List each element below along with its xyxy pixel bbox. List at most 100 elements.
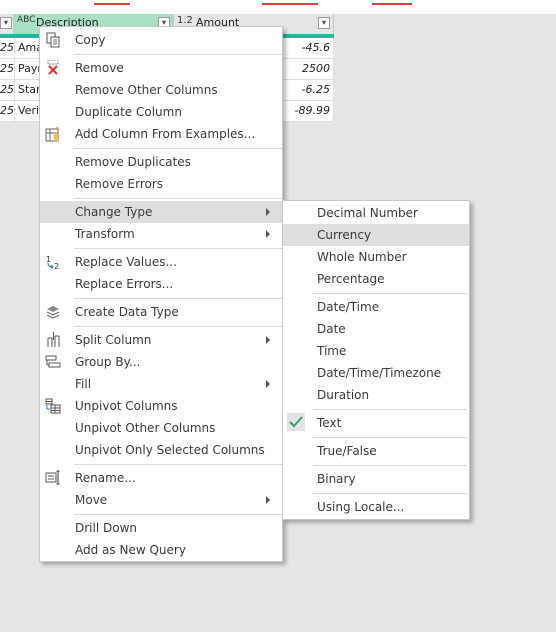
type-option-text[interactable]: Text bbox=[283, 412, 469, 434]
menu-item-label: Date/Time/Timezone bbox=[317, 366, 442, 380]
menu-item-label: Remove bbox=[75, 61, 124, 75]
type-option-percentage[interactable]: Percentage bbox=[283, 268, 469, 290]
menu-item-create-data-type[interactable]: Create Data Type bbox=[40, 301, 282, 323]
add-column-examples-icon bbox=[45, 126, 61, 142]
annotation-mark bbox=[262, 0, 318, 5]
menu-item-label: Create Data Type bbox=[75, 305, 179, 319]
menu-item-label: Percentage bbox=[317, 272, 385, 286]
menu-item-label: Fill bbox=[75, 377, 92, 391]
menu-separator bbox=[74, 326, 282, 327]
menu-item-label: Copy bbox=[75, 33, 106, 47]
menu-separator bbox=[313, 293, 467, 294]
menu-item-label: Unpivot Columns bbox=[75, 399, 178, 413]
menu-item-label: Currency bbox=[317, 228, 372, 242]
menu-item-add-column-from-examples[interactable]: Add Column From Examples... bbox=[40, 123, 282, 145]
menu-item-label: Remove Errors bbox=[75, 177, 164, 191]
menu-item-change-type[interactable]: Change Type bbox=[40, 201, 282, 223]
menu-item-label: Binary bbox=[317, 472, 356, 486]
type-option-whole-number[interactable]: Whole Number bbox=[283, 246, 469, 268]
menu-item-label: Split Column bbox=[75, 333, 152, 347]
top-annotation-strip bbox=[0, 0, 556, 14]
column-filter-dropdown-icon[interactable]: ▾ bbox=[0, 17, 12, 29]
menu-item-label: Move bbox=[75, 493, 108, 507]
menu-separator bbox=[74, 148, 282, 149]
table-cell[interactable]: 2500 bbox=[302, 62, 330, 75]
menu-separator bbox=[313, 493, 467, 494]
menu-separator bbox=[74, 198, 282, 199]
menu-item-label: Change Type bbox=[75, 205, 153, 219]
menu-item-copy[interactable]: Copy bbox=[40, 29, 282, 51]
menu-item-label: Add as New Query bbox=[75, 543, 186, 557]
menu-item-fill[interactable]: Fill bbox=[40, 373, 282, 395]
group-by-icon bbox=[45, 354, 61, 370]
menu-item-label: Add Column From Examples... bbox=[75, 127, 256, 141]
menu-item-label: Decimal Number bbox=[317, 206, 418, 220]
table-cell[interactable]: 25 bbox=[0, 104, 14, 117]
menu-item-move[interactable]: Move bbox=[40, 489, 282, 511]
type-option-date-time-timezone[interactable]: Date/Time/Timezone bbox=[283, 362, 469, 384]
column-context-menu: Copy Remove Remove Other Columns Duplica… bbox=[39, 26, 283, 562]
type-option-duration[interactable]: Duration bbox=[283, 384, 469, 406]
menu-item-add-as-new-query[interactable]: Add as New Query bbox=[40, 539, 282, 561]
menu-separator bbox=[313, 409, 467, 410]
submenu-arrow-icon bbox=[266, 336, 270, 344]
menu-item-unpivot-other-columns[interactable]: Unpivot Other Columns bbox=[40, 417, 282, 439]
split-column-icon bbox=[45, 332, 61, 348]
checkmark-icon bbox=[287, 413, 305, 431]
menu-item-transform[interactable]: Transform bbox=[40, 223, 282, 245]
table-cell[interactable]: 25 bbox=[0, 41, 14, 54]
table-cell[interactable]: 25 bbox=[0, 62, 14, 75]
menu-item-label: Text bbox=[317, 416, 342, 430]
menu-item-label: Date bbox=[317, 322, 346, 336]
menu-item-label: Unpivot Other Columns bbox=[75, 421, 216, 435]
menu-item-label: Date/Time bbox=[317, 300, 380, 314]
column-filter-dropdown-icon[interactable]: ▾ bbox=[318, 17, 330, 29]
menu-item-remove-errors[interactable]: Remove Errors bbox=[40, 173, 282, 195]
menu-item-group-by[interactable]: Group By... bbox=[40, 351, 282, 373]
menu-item-split-column[interactable]: Split Column bbox=[40, 329, 282, 351]
menu-item-remove-duplicates[interactable]: Remove Duplicates bbox=[40, 151, 282, 173]
menu-item-remove-other-columns[interactable]: Remove Other Columns bbox=[40, 79, 282, 101]
type-option-time[interactable]: Time bbox=[283, 340, 469, 362]
menu-item-remove[interactable]: Remove bbox=[40, 57, 282, 79]
menu-item-unpivot-columns[interactable]: Unpivot Columns bbox=[40, 395, 282, 417]
change-type-submenu: Decimal Number Currency Whole Number Per… bbox=[282, 200, 470, 520]
menu-separator bbox=[313, 437, 467, 438]
decimal-type-icon[interactable]: 1.2 bbox=[177, 15, 193, 26]
menu-item-label: Group By... bbox=[75, 355, 141, 369]
menu-item-label: Duration bbox=[317, 388, 370, 402]
menu-item-label: Unpivot Only Selected Columns bbox=[75, 443, 265, 457]
menu-separator bbox=[74, 248, 282, 249]
menu-item-unpivot-only-selected-columns[interactable]: Unpivot Only Selected Columns bbox=[40, 439, 282, 461]
menu-item-drill-down[interactable]: Drill Down bbox=[40, 517, 282, 539]
table-cell[interactable]: -6.25 bbox=[302, 83, 330, 96]
table-cell[interactable]: 25 bbox=[0, 83, 14, 96]
type-option-binary[interactable]: Binary bbox=[283, 468, 469, 490]
menu-item-replace-values[interactable]: 12 Replace Values... bbox=[40, 251, 282, 273]
table-cell[interactable]: -89.99 bbox=[295, 104, 330, 117]
menu-item-duplicate-column[interactable]: Duplicate Column bbox=[40, 101, 282, 123]
menu-separator bbox=[313, 465, 467, 466]
menu-item-replace-errors[interactable]: Replace Errors... bbox=[40, 273, 282, 295]
type-option-using-locale[interactable]: Using Locale... bbox=[283, 496, 469, 518]
menu-item-label: Replace Values... bbox=[75, 255, 177, 269]
type-option-currency[interactable]: Currency bbox=[283, 224, 469, 246]
copy-icon bbox=[45, 32, 61, 48]
type-option-true-false[interactable]: True/False bbox=[283, 440, 469, 462]
type-option-date[interactable]: Date bbox=[283, 318, 469, 340]
menu-item-label: Duplicate Column bbox=[75, 105, 182, 119]
type-option-decimal-number[interactable]: Decimal Number bbox=[283, 202, 469, 224]
submenu-arrow-icon bbox=[266, 496, 270, 504]
table-cell[interactable]: -45.6 bbox=[302, 41, 330, 54]
column-header[interactable]: ▾ bbox=[0, 14, 14, 34]
menu-separator bbox=[74, 514, 282, 515]
text-type-icon[interactable]: ABC bbox=[17, 15, 35, 25]
submenu-arrow-icon bbox=[266, 208, 270, 216]
menu-item-label: Using Locale... bbox=[317, 500, 405, 514]
remove-icon bbox=[45, 59, 61, 76]
replace-values-icon: 12 bbox=[45, 254, 61, 271]
menu-item-rename[interactable]: Rename... bbox=[40, 467, 282, 489]
type-option-date-time[interactable]: Date/Time bbox=[283, 296, 469, 318]
submenu-arrow-icon bbox=[266, 380, 270, 388]
data-type-icon bbox=[45, 304, 61, 320]
